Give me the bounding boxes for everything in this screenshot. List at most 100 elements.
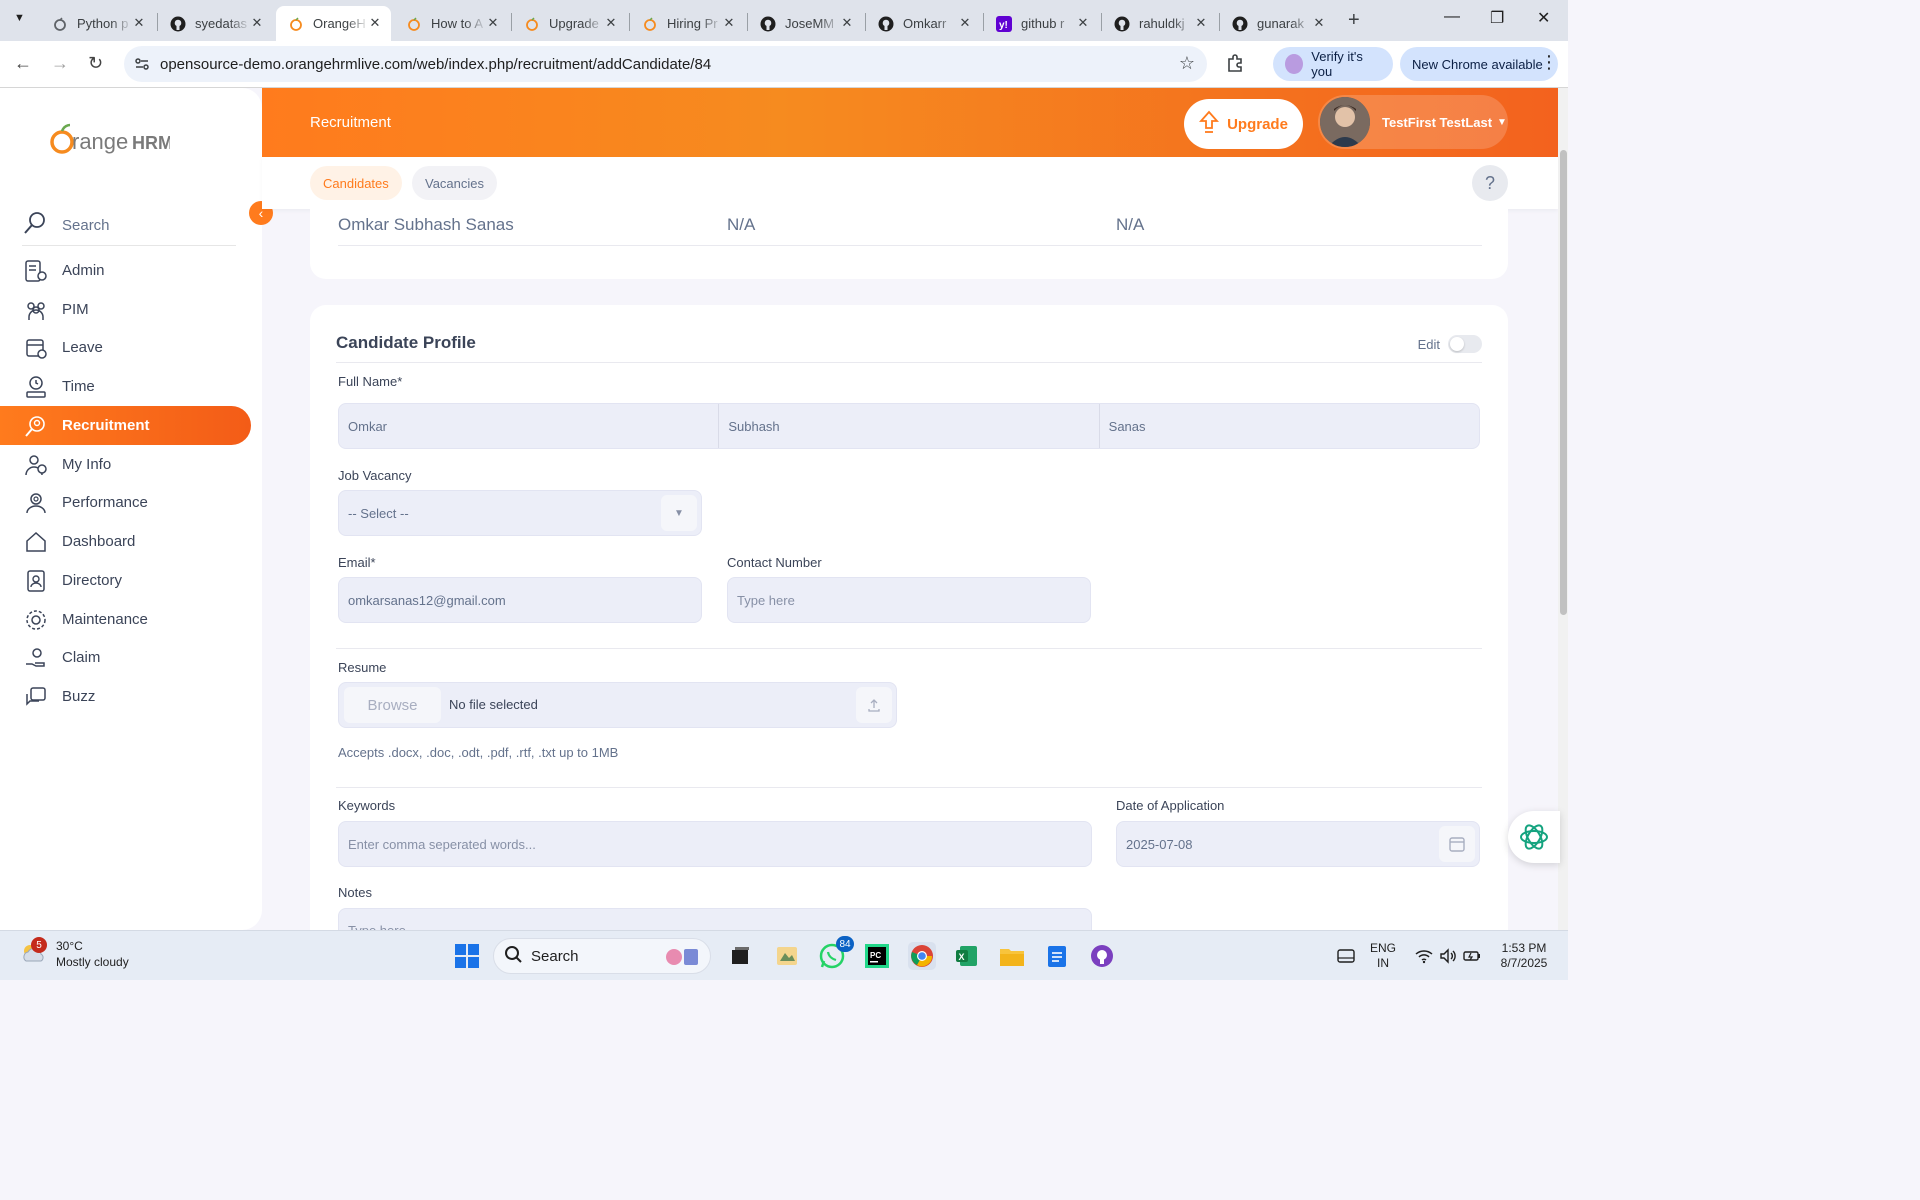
close-tab-icon[interactable]: ✕ xyxy=(839,15,855,31)
browser-tab[interactable]: Omkarr ✕ xyxy=(866,6,981,41)
sidebar-item-pim[interactable]: PIM xyxy=(0,290,251,329)
sidebar-item-leave[interactable]: Leave xyxy=(0,328,251,367)
chrome-update-button[interactable]: New Chrome available xyxy=(1400,47,1558,81)
upload-icon[interactable] xyxy=(856,687,892,723)
browser-tab-active[interactable]: OrangeH ✕ xyxy=(276,6,391,41)
tab-search-button[interactable]: ▼ xyxy=(14,12,25,24)
clock[interactable]: 1:53 PM 8/7/2025 xyxy=(1492,941,1556,971)
tab-label: JoseMM xyxy=(785,16,835,31)
middle-name-input[interactable]: Subhash xyxy=(719,404,1100,448)
resume-file-input[interactable]: Browse No file selected xyxy=(338,682,897,728)
task-view-icon[interactable] xyxy=(726,942,754,970)
job-vacancy-select[interactable]: -- Select -- ▼ xyxy=(338,490,702,536)
tab-candidates[interactable]: Candidates xyxy=(310,166,402,200)
browser-tab[interactable]: Upgrade ✕ xyxy=(512,6,627,41)
help-button[interactable]: ? xyxy=(1472,165,1508,201)
close-tab-icon[interactable]: ✕ xyxy=(367,15,383,31)
whatsapp-icon[interactable]: 84 xyxy=(818,936,854,970)
file-explorer-icon[interactable] xyxy=(998,942,1026,970)
weather-widget[interactable]: 5 30°C Mostly cloudy xyxy=(18,937,129,970)
reload-icon[interactable]: ↻ xyxy=(88,53,103,74)
date-of-application-input[interactable]: 2025-07-08 xyxy=(1116,821,1480,867)
close-tab-icon[interactable]: ✕ xyxy=(721,15,737,31)
close-tab-icon[interactable]: ✕ xyxy=(249,15,265,31)
close-tab-icon[interactable]: ✕ xyxy=(485,15,501,31)
sidebar-item-maintenance[interactable]: Maintenance xyxy=(0,600,251,639)
contact-number-input[interactable]: Type here xyxy=(727,577,1091,623)
notepad-icon[interactable] xyxy=(1043,942,1071,970)
language-indicator[interactable]: ENG IN xyxy=(1370,941,1396,971)
browser-tab[interactable]: rahuldkj ✕ xyxy=(1102,6,1217,41)
close-tab-icon[interactable]: ✕ xyxy=(1193,15,1209,31)
scrollbar-thumb[interactable] xyxy=(1560,150,1567,615)
keywords-input[interactable]: Enter comma seperated words... xyxy=(338,821,1092,867)
github-favicon-icon xyxy=(1114,16,1130,32)
close-tab-icon[interactable]: ✕ xyxy=(131,15,147,31)
browse-button[interactable]: Browse xyxy=(344,687,441,723)
close-tab-icon[interactable]: ✕ xyxy=(957,15,973,31)
sidebar-item-dashboard[interactable]: Dashboard xyxy=(0,522,251,561)
sidebar-item-my-info[interactable]: My Info xyxy=(0,445,251,484)
tab-label: github r xyxy=(1021,16,1065,31)
bookmark-star-icon[interactable]: ☆ xyxy=(1179,53,1195,74)
sidebar-item-admin[interactable]: Admin xyxy=(0,251,251,290)
language-line1: ENG xyxy=(1370,941,1397,955)
browser-tab[interactable]: How to A ✕ xyxy=(394,6,509,41)
browser-tab[interactable]: syedatas ✕ xyxy=(158,6,273,41)
sidebar-item-buzz[interactable]: Buzz xyxy=(0,677,251,716)
ai-assistant-icon[interactable] xyxy=(1508,811,1560,863)
calendar-icon[interactable] xyxy=(1439,826,1475,862)
notification-badge: 84 xyxy=(836,936,854,952)
browser-tab[interactable]: Python p ✕ xyxy=(40,6,155,41)
battery-icon[interactable] xyxy=(1458,942,1486,970)
browser-tab[interactable]: JoseMM ✕ xyxy=(748,6,863,41)
new-tab-icon[interactable]: + xyxy=(1348,9,1360,32)
edit-toggle[interactable] xyxy=(1448,335,1482,353)
sidebar-search[interactable]: Search xyxy=(22,206,236,246)
github-desktop-icon[interactable] xyxy=(1088,942,1116,970)
edit-label: Edit xyxy=(1417,336,1440,352)
first-name-input[interactable]: Omkar xyxy=(339,404,720,448)
orangehrm-favicon-icon xyxy=(288,16,304,32)
time-icon xyxy=(24,375,48,399)
file-browser-app-icon[interactable] xyxy=(773,942,801,970)
sidebar-item-claim[interactable]: Claim xyxy=(0,638,251,677)
verify-identity-button[interactable]: Verify it's you xyxy=(1273,47,1393,81)
sidebar-item-performance[interactable]: Performance xyxy=(0,483,251,522)
browser-tab[interactable]: Hiring Pr ✕ xyxy=(630,6,745,41)
user-dropdown[interactable]: TestFirst TestLast ▼ xyxy=(1318,95,1508,149)
table-cell: N/A xyxy=(727,215,756,234)
orangehrm-logo[interactable]: range HRM xyxy=(50,122,173,163)
browser-menu-icon[interactable]: ⋮ xyxy=(1540,52,1558,73)
browser-tab[interactable]: y! github r ✕ xyxy=(984,6,1099,41)
close-tab-icon[interactable]: ✕ xyxy=(603,15,619,31)
forward-icon[interactable]: → xyxy=(51,53,69,74)
minimize-icon[interactable]: — xyxy=(1444,8,1460,26)
site-info-icon[interactable] xyxy=(134,56,150,77)
close-tab-icon[interactable]: ✕ xyxy=(1075,15,1091,31)
restore-icon[interactable]: ❐ xyxy=(1490,8,1504,28)
sidebar-item-time[interactable]: Time xyxy=(0,367,251,406)
sidebar-item-recruitment[interactable]: Recruitment xyxy=(0,406,251,445)
maintenance-icon xyxy=(24,608,48,632)
tablet-mode-icon[interactable] xyxy=(1332,942,1360,970)
taskbar-search[interactable]: Search xyxy=(493,938,711,974)
close-tab-icon[interactable]: ✕ xyxy=(1311,15,1327,31)
sidebar-item-directory[interactable]: Directory xyxy=(0,561,251,600)
full-name-label: Full Name* xyxy=(338,374,403,389)
excel-icon[interactable]: X xyxy=(953,942,981,970)
email-field[interactable]: omkarsanas12@gmail.com xyxy=(338,577,702,623)
tab-vacancies[interactable]: Vacancies xyxy=(412,166,498,200)
last-name-input[interactable]: Sanas xyxy=(1100,404,1479,448)
close-window-icon[interactable]: ✕ xyxy=(1537,8,1550,28)
edit-toggle-wrapper[interactable]: Edit xyxy=(1418,335,1482,353)
chrome-icon[interactable] xyxy=(908,942,936,970)
windows-start-icon[interactable] xyxy=(453,942,481,970)
browser-tab[interactable]: gunarak ✕ xyxy=(1220,6,1335,41)
extensions-icon[interactable] xyxy=(1226,53,1246,78)
address-bar[interactable]: opensource-demo.orangehrmlive.com/web/in… xyxy=(124,46,1207,82)
directory-icon xyxy=(24,569,48,593)
pycharm-icon[interactable]: PC xyxy=(863,942,891,970)
back-icon[interactable]: ← xyxy=(14,53,32,74)
upgrade-button[interactable]: Upgrade xyxy=(1184,99,1303,149)
